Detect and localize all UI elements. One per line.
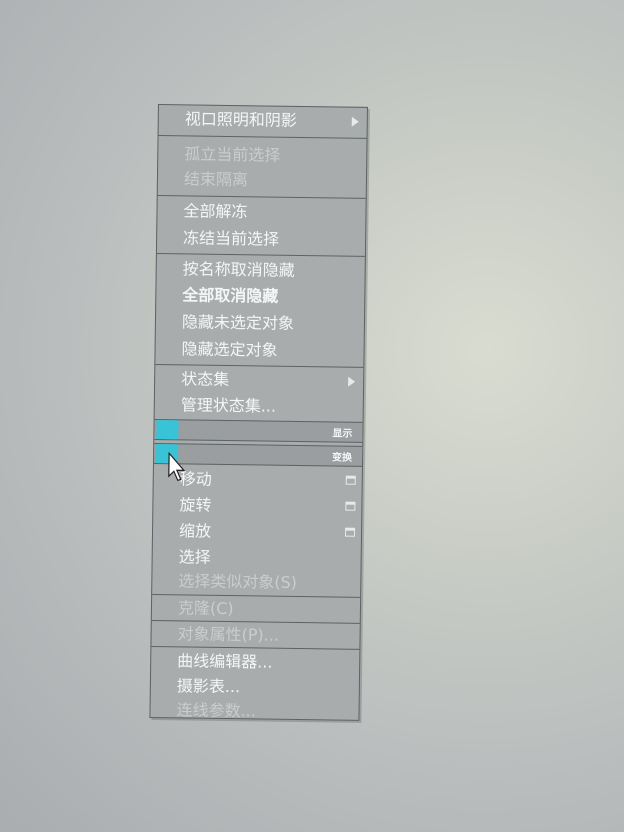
menu-separator [158,135,367,139]
menu-item-label: 孤立当前选择 [184,144,281,165]
menu-item-end-isolation[interactable]: 结束隔离 [158,167,366,194]
menu-item-label: 视口照明和阴影 [184,109,297,130]
quad-header-label: 显示 [332,428,353,440]
quad-header-label: 变换 [331,452,353,464]
menu-item-label: 缩放 [178,521,212,541]
menu-item-unhide-all[interactable]: 全部取消隐藏 [156,283,364,310]
menu-item-label: 结束隔离 [183,169,249,190]
menu-separator [156,252,365,257]
quad-header-display: 显示 [154,418,363,443]
menu-item-label: 选择类似对象(S) [178,571,298,592]
menu-item-unhide-by-name[interactable]: 按名称取消隐藏 [157,257,365,284]
menu-item-label: 选择 [178,547,211,567]
menu-item-label: 对象属性(P)... [177,624,280,645]
menu-item-hide-unselected[interactable]: 隐藏未选定对象 [156,310,364,337]
menu-item-unfreeze-all[interactable]: 全部解冻 [157,199,365,226]
submenu-arrow-icon [348,376,356,387]
menu-item-isolate-selection[interactable]: 孤立当前选择 [158,142,366,169]
menu-item-scale[interactable]: 缩放 [153,519,361,546]
menu-item-label: 管理状态集... [180,395,277,416]
menu-item-rotate[interactable]: 旋转 [153,493,361,520]
mouse-pointer-icon [168,452,186,482]
menu-item-label: 全部取消隐藏 [182,285,279,306]
menu-item-manage-state-sets[interactable]: 管理状态集... [155,393,363,420]
menu-item-label: 按名称取消隐藏 [182,259,295,280]
menu-item-hide-selection[interactable]: 隐藏选定对象 [155,337,363,364]
menu-item-curve-editor[interactable]: 曲线编辑器... [151,649,359,676]
menu-item-label: 全部解冻 [183,201,248,222]
menu-item-state-sets[interactable]: 状态集 [155,367,363,394]
menu-item-label: 克隆(C) [177,598,234,619]
menu-item-label: 隐藏选定对象 [181,339,278,360]
options-box-icon[interactable] [345,475,356,485]
options-box-icon[interactable] [345,501,356,511]
menu-item-label: 旋转 [179,495,212,515]
menu-item-dope-sheet[interactable]: 摄影表... [151,674,359,701]
menu-item-label: 冻结当前选择 [183,228,280,249]
quad-context-menu: 视口照明和阴影 孤立当前选择 结束隔离 全部解冻 冻结当前选择 按名称取消隐藏 … [149,104,368,721]
menu-item-label: 状态集 [181,369,230,390]
menu-separator [157,195,366,199]
menu-item-label: 连线参数... [176,700,256,721]
submenu-arrow-icon [351,116,359,127]
options-box-icon[interactable] [344,527,356,537]
menu-item-viewport-lighting-shadows[interactable]: 视口照明和阴影 [159,107,367,134]
menu-item-select[interactable]: 选择 [153,545,361,572]
menu-item-clone[interactable]: 克隆(C) [152,596,360,623]
menu-item-label: 摄影表... [176,676,241,697]
menu-item-label: 隐藏未选定对象 [181,312,295,333]
quad-color-swatch [156,420,179,440]
menu-item-wire-parameters[interactable]: 连线参数... [150,698,358,725]
menu-item-object-properties[interactable]: 对象属性(P)... [151,622,359,649]
menu-item-label: 曲线编辑器... [177,651,273,672]
menu-item-select-similar[interactable]: 选择类似对象(S) [152,569,360,596]
menu-item-freeze-selection[interactable]: 冻结当前选择 [157,226,365,253]
